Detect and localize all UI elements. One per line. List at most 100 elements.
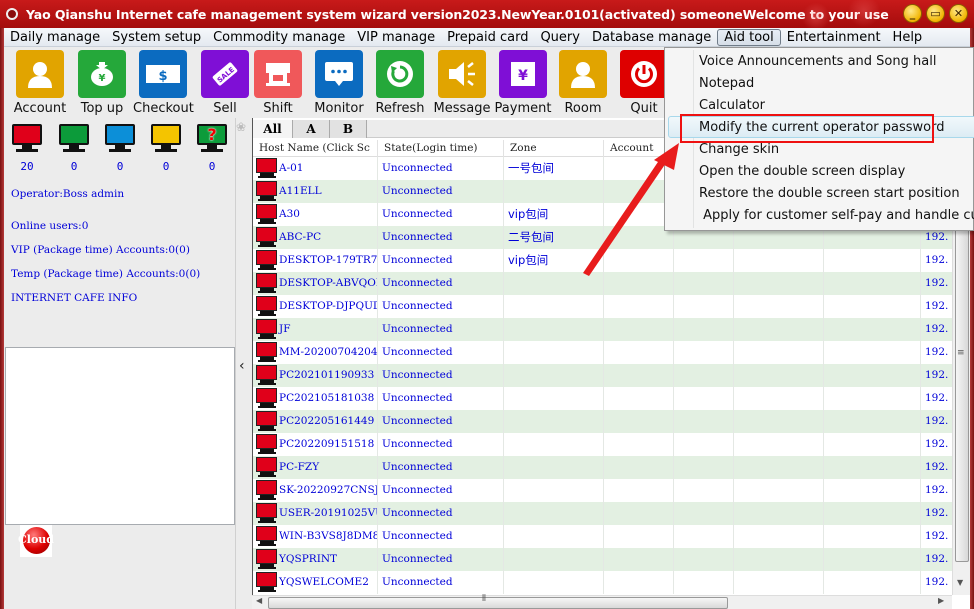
menu-item-apply-for-customer-self-pay-and-handle-c[interactable]: Apply for customer self-pay and handle c…: [699, 205, 974, 227]
menu-system-setup[interactable]: System setup: [106, 29, 207, 46]
tab-all[interactable]: All: [253, 120, 293, 138]
dollar-bill-icon: $: [139, 50, 187, 98]
toolbar-room-button[interactable]: Room: [553, 50, 613, 118]
column-header-2[interactable]: Zone: [504, 140, 604, 157]
menu-database-manage[interactable]: Database manage: [586, 29, 717, 46]
operator-label: Operator:Boss admin: [11, 188, 125, 200]
host-zone: [504, 548, 604, 571]
scroll-right-arrow[interactable]: ▶: [938, 596, 944, 605]
host-cell: [824, 433, 921, 456]
host-row[interactable]: PC202101190933 Unconnected 192.: [253, 364, 953, 387]
status-monitor-vip[interactable]: [103, 123, 137, 155]
host-row[interactable]: WIN-B3VS8J8DM83 Unconnected 192.: [253, 525, 953, 548]
menu-query[interactable]: Query: [534, 29, 586, 46]
host-account: [604, 295, 674, 318]
monitor-icon: [12, 124, 42, 145]
host-zone: [504, 295, 604, 318]
title-bar[interactable]: Yao Qianshu Internet cafe management sys…: [0, 0, 974, 28]
host-zone: 二号包间: [504, 226, 604, 249]
menu-item-restore-the-double-screen-start-position[interactable]: Restore the double screen start position: [699, 183, 960, 205]
scroll-left-arrow[interactable]: ◀: [256, 596, 262, 605]
host-row[interactable]: PC-FZY Unconnected 192.: [253, 456, 953, 479]
cafe-info-link[interactable]: INTERNET CAFE INFO: [11, 292, 137, 304]
host-row[interactable]: SK-20220927CNSJ Unconnected 192.: [253, 479, 953, 502]
host-row[interactable]: DESKTOP-DJPQUD5 Unconnected 192.: [253, 295, 953, 318]
menu-prepaid-card[interactable]: Prepaid card: [441, 29, 534, 46]
host-row[interactable]: USER-20191025VU Unconnected 192.: [253, 502, 953, 525]
menu-entertainment[interactable]: Entertainment: [781, 29, 887, 46]
horizontal-scrollbar[interactable]: ◀ ⦀ ▶: [252, 594, 952, 609]
host-cell: [674, 479, 734, 502]
host-zone: [504, 341, 604, 364]
host-row[interactable]: YQSWELCOME2 Unconnected 192.: [253, 571, 953, 594]
menu-item-voice-announcements-and-song-hall[interactable]: Voice Announcements and Song hall: [699, 51, 936, 73]
monitor-icon: [105, 124, 135, 145]
toolbar-sell-button[interactable]: SALE Sell: [195, 50, 255, 118]
toolbar-message-button[interactable]: Message: [432, 50, 492, 118]
close-button[interactable]: ✕: [949, 4, 968, 23]
power-icon-glyph: [620, 50, 668, 98]
host-row[interactable]: JF Unconnected 192.: [253, 318, 953, 341]
menu-daily-manage[interactable]: Daily manage: [4, 29, 106, 46]
host-row[interactable]: DESKTOP-ABVQOR6Unconnected 192.: [253, 272, 953, 295]
host-row[interactable]: PC202205161449 Unconnected 192.: [253, 410, 953, 433]
status-monitor-offline[interactable]: [10, 123, 44, 155]
host-ip: 192.: [925, 507, 949, 519]
host-cell: [674, 502, 734, 525]
person-icon-glyph: [16, 50, 64, 98]
tab-a[interactable]: A: [293, 120, 330, 138]
host-cell: [734, 272, 824, 295]
host-row[interactable]: YQSPRINT Unconnected 192.: [253, 548, 953, 571]
sale-tag-icon-glyph: SALE: [201, 50, 249, 98]
scroll-down-arrow[interactable]: ▼: [957, 578, 963, 587]
host-account: [604, 410, 674, 433]
status-count-temp: 0: [162, 160, 170, 173]
horizontal-scroll-thumb[interactable]: [268, 597, 728, 609]
collapse-panel-button[interactable]: ‹: [239, 358, 245, 374]
toolbar-monitor-button[interactable]: Monitor: [309, 50, 369, 118]
cloud-button[interactable]: Cloud: [18, 525, 54, 557]
host-zone: [504, 272, 604, 295]
toolbar-button-label: Checkout: [133, 101, 194, 116]
menu-help[interactable]: Help: [887, 29, 929, 46]
toolbar-top-up-button[interactable]: ¥ Top up: [72, 50, 132, 118]
svg-text:¥: ¥: [518, 68, 528, 84]
host-ip: 192.: [925, 323, 949, 335]
status-monitor-temp[interactable]: [149, 123, 183, 155]
host-name: MM-202007042048: [253, 341, 378, 364]
column-header-1[interactable]: State(Login time): [378, 140, 504, 157]
host-name: PC202205161449: [253, 410, 378, 433]
toolbar-button-label: Message: [433, 101, 491, 116]
host-row[interactable]: DESKTOP-179TR72 Unconnected vip包间 192.: [253, 249, 953, 272]
menu-vip-manage[interactable]: VIP manage: [351, 29, 441, 46]
toolbar-checkout-button[interactable]: $ Checkout: [133, 50, 194, 118]
notice-box: [5, 347, 235, 525]
tab-b[interactable]: B: [330, 120, 367, 138]
column-header-0[interactable]: Host Name (Click Sc: [253, 140, 378, 157]
toolbar-account-button[interactable]: Account: [10, 50, 70, 118]
menu-aid-tool[interactable]: Aid tool: [717, 28, 781, 46]
host-row[interactable]: PC202209151518 Unconnected 192.: [253, 433, 953, 456]
host-cell: [734, 456, 824, 479]
menu-item-open-the-double-screen-display[interactable]: Open the double screen display: [699, 161, 905, 183]
host-row[interactable]: MM-202007042048 Unconnected 192.: [253, 341, 953, 364]
toolbar-refresh-button[interactable]: Refresh: [370, 50, 430, 118]
host-account: [604, 272, 674, 295]
host-name: A-01: [253, 157, 378, 180]
host-ip: 192.: [925, 369, 949, 381]
maximize-button[interactable]: ▭: [926, 4, 945, 23]
toolbar-payment-button[interactable]: ¥ Payment: [493, 50, 553, 118]
host-zone: [504, 410, 604, 433]
temp-accounts-label: Temp (Package time) Accounts:0(0): [11, 268, 201, 280]
toolbar-shift-button[interactable]: Shift: [248, 50, 308, 118]
menu-item-notepad[interactable]: Notepad: [699, 73, 754, 95]
person-icon: [16, 50, 64, 98]
host-zone: [504, 364, 604, 387]
host-name: PC202101190933: [253, 364, 378, 387]
status-monitor-unknown[interactable]: ?: [195, 123, 229, 155]
menu-commodity-manage[interactable]: Commodity manage: [207, 29, 351, 46]
host-account: [604, 548, 674, 571]
status-monitor-online[interactable]: [57, 123, 91, 155]
minimize-button[interactable]: _: [903, 4, 922, 23]
host-row[interactable]: PC202105181038 Unconnected 192.: [253, 387, 953, 410]
